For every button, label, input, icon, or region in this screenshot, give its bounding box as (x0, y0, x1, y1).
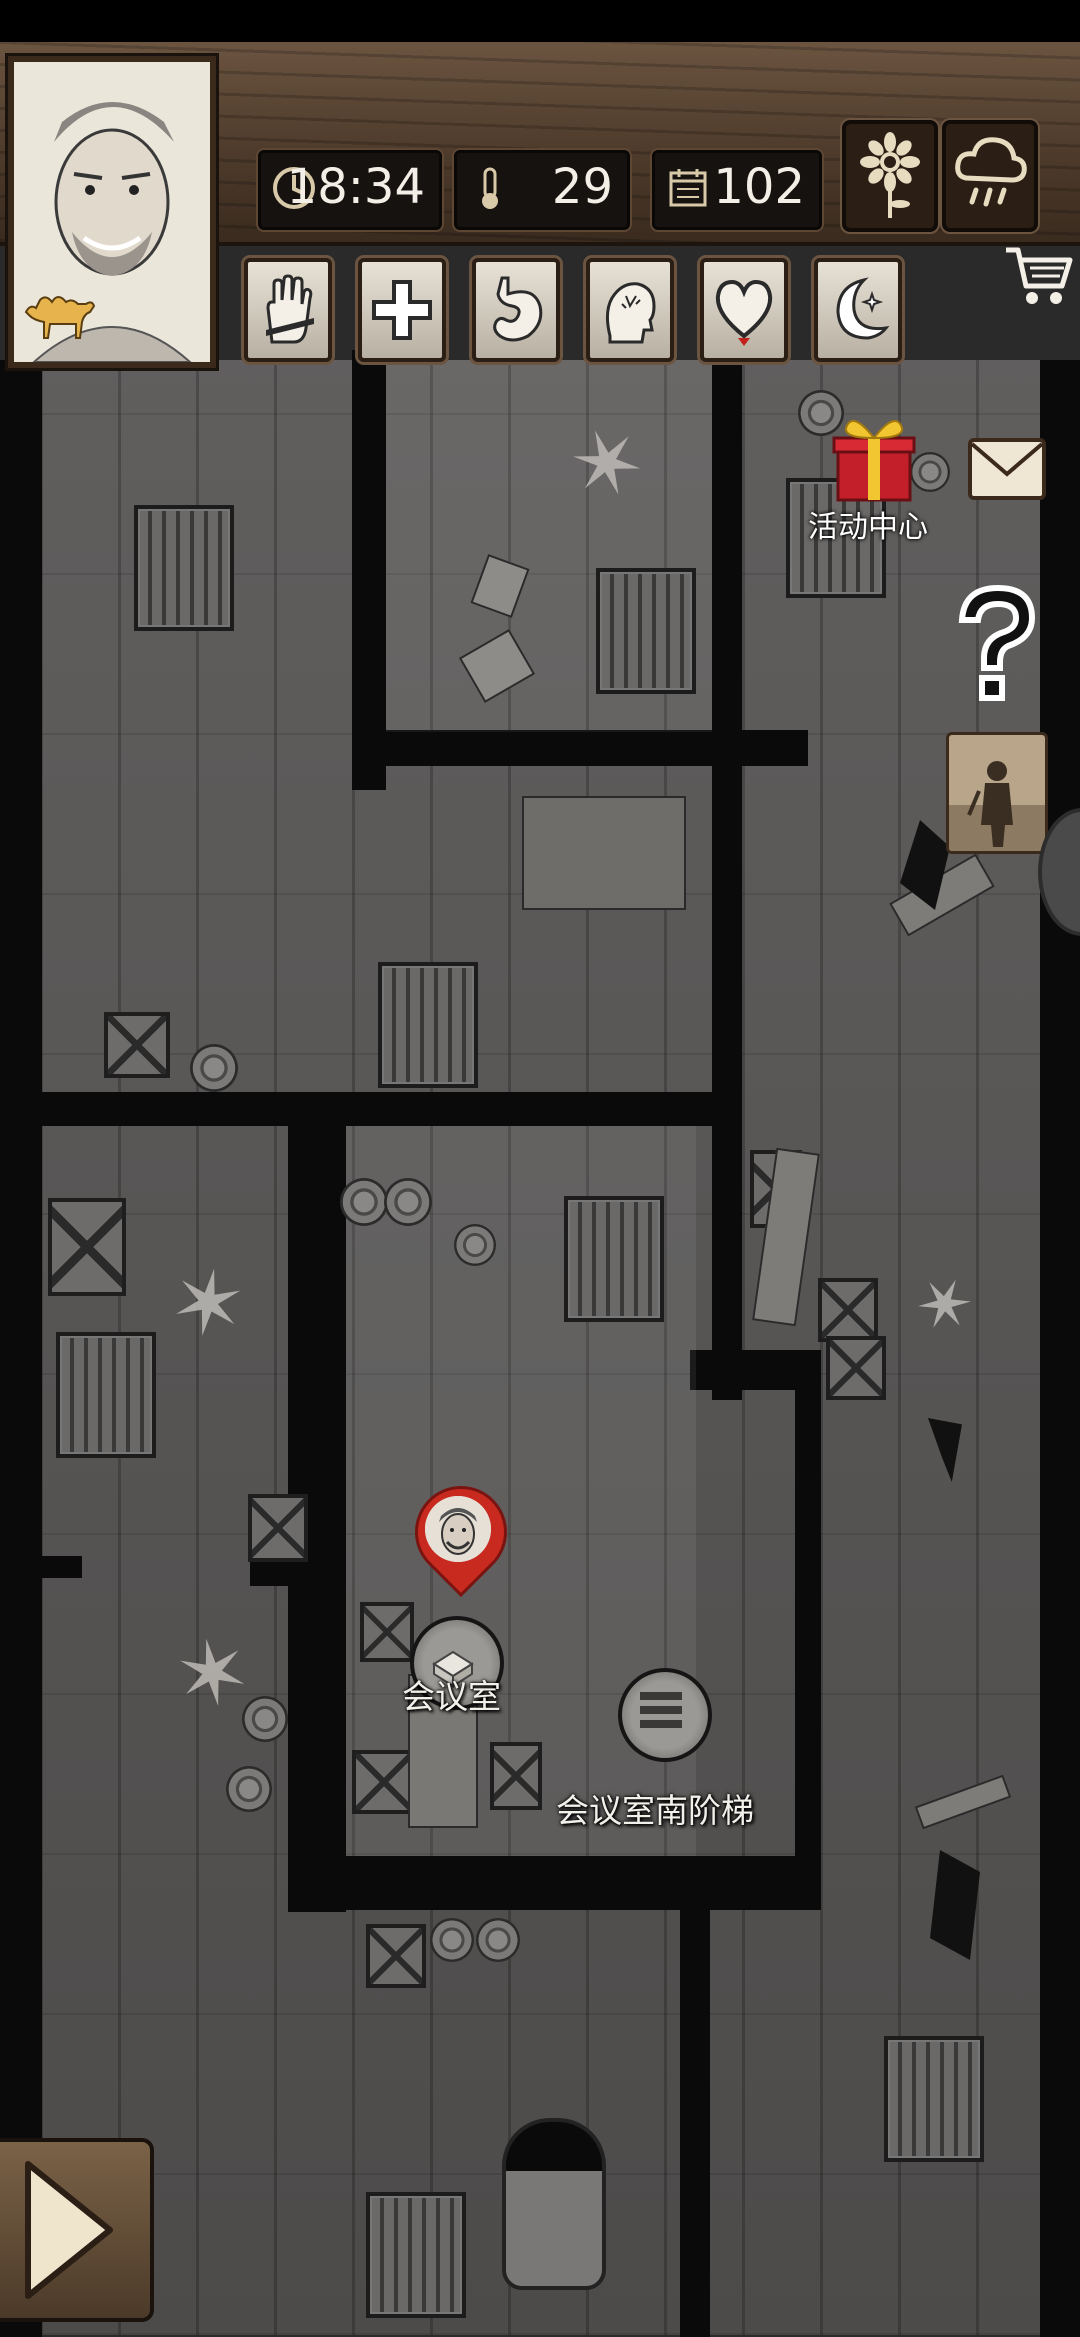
shelf-crate (378, 962, 478, 1088)
wooden-crate (48, 1198, 126, 1296)
corpse: ✶ (166, 1616, 259, 1733)
status-bar-strip (0, 0, 1080, 42)
player-location-pin (395, 1466, 527, 1602)
player-avatar-icon (425, 1496, 491, 1562)
mail-button[interactable] (966, 430, 1048, 510)
skill-sleep[interactable] (814, 258, 902, 362)
shelf-crate (564, 1196, 664, 1322)
skill-medical[interactable] (358, 258, 446, 362)
activity-center-label[interactable]: 活动中心 (808, 502, 928, 546)
time-value: 18:34 (286, 159, 425, 215)
barrel (910, 452, 950, 492)
season-button[interactable] (842, 120, 938, 232)
wall (40, 1556, 82, 1578)
shelf-crate (884, 2036, 984, 2162)
barrel (476, 1918, 520, 1962)
arrow-right-icon (25, 2161, 113, 2299)
wall (795, 1350, 821, 1910)
wooden-crate (352, 1750, 416, 1814)
barrel (226, 1766, 272, 1812)
wall (0, 360, 42, 2337)
gift-box-icon (832, 419, 916, 502)
wooden-crate (360, 1602, 414, 1662)
medical-cross-icon (372, 280, 432, 340)
head-icon (605, 282, 656, 344)
barrel (384, 1178, 432, 1226)
sunflower-icon (860, 132, 920, 218)
shelf-crate (56, 1332, 156, 1458)
event-portrait-button[interactable] (946, 732, 1048, 854)
wooden-crate (104, 1012, 170, 1078)
heart-icon (715, 279, 773, 346)
wooden-crate (490, 1742, 542, 1810)
next-turn-button[interactable] (0, 2138, 154, 2322)
wall (288, 1856, 820, 1910)
help-button[interactable] (944, 580, 1048, 706)
hand-icon (266, 274, 314, 344)
stairs-icon (640, 1692, 682, 1728)
calendar-icon (669, 169, 707, 207)
shopping-cart-icon (1006, 247, 1073, 304)
skill-hand[interactable] (244, 258, 332, 362)
time-display: 18:34 (258, 150, 442, 230)
question-mark-icon (958, 584, 1036, 701)
barrel (340, 1178, 388, 1226)
wooden-crate (826, 1336, 886, 1400)
location-stairs-marker[interactable] (618, 1668, 712, 1762)
temperature-display: 29 (454, 150, 630, 230)
wall (352, 350, 386, 790)
wooden-crate (248, 1494, 308, 1562)
wall (712, 350, 742, 1400)
skill-head[interactable] (586, 258, 674, 362)
location-meeting-room-label[interactable]: 会议室 (402, 1670, 501, 1718)
envelope-icon (968, 438, 1046, 500)
day-display: 102 (652, 150, 822, 230)
activity-center-button[interactable] (832, 410, 916, 506)
moon-icon (836, 277, 890, 340)
wall (680, 1900, 710, 2337)
barrel (430, 1918, 474, 1962)
shelf-crate (366, 2192, 466, 2318)
corpse: ✶ (161, 1246, 255, 1363)
shelf-crate (134, 505, 234, 631)
barrel (190, 1044, 238, 1092)
soldier-portrait-icon (949, 735, 1045, 851)
skill-heart[interactable] (700, 258, 788, 362)
location-stairs-label[interactable]: 会议室南阶梯 (556, 1784, 754, 1832)
wooden-crate (366, 1924, 426, 1988)
large-barrel (502, 2118, 606, 2290)
skill-stomach[interactable] (472, 258, 560, 362)
shop-button[interactable] (1000, 240, 1076, 314)
wall (40, 1092, 712, 1126)
wooden-crate (818, 1278, 878, 1342)
desk (522, 796, 686, 910)
barrel (454, 1224, 496, 1266)
rain-cloud-icon (955, 137, 1027, 207)
day-value: 102 (713, 159, 805, 215)
character-portrait[interactable] (8, 56, 216, 368)
weather-button[interactable] (942, 120, 1038, 232)
thermometer-icon (482, 167, 498, 209)
camel-icon (24, 296, 96, 339)
shelf-crate (596, 568, 696, 694)
stomach-icon (493, 276, 543, 342)
temperature-value: 29 (551, 159, 613, 215)
